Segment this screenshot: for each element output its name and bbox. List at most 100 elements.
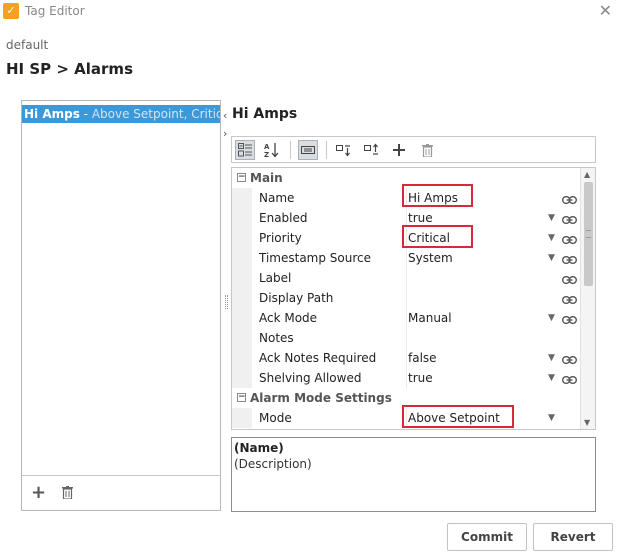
row-gutter xyxy=(232,268,252,288)
property-name: Enabled xyxy=(259,211,308,225)
property-row[interactable]: Enabled true ▼ xyxy=(232,208,581,228)
scrollbar-thumb[interactable] xyxy=(584,182,593,286)
property-value[interactable]: true xyxy=(408,208,433,228)
link-icon xyxy=(561,236,578,244)
alphabetical-sort-button[interactable]: AZ xyxy=(262,140,282,160)
property-value[interactable]: System xyxy=(408,248,453,268)
section-label: Alarm Mode Settings xyxy=(250,391,392,405)
dropdown-arrow-icon[interactable]: ▼ xyxy=(548,348,555,368)
move-up-button[interactable] xyxy=(362,140,382,160)
dropdown-arrow-icon[interactable]: ▼ xyxy=(548,308,555,328)
dropdown-arrow-icon[interactable]: ▼ xyxy=(548,368,555,388)
alarm-item-separator: - xyxy=(79,107,92,121)
property-row[interactable]: Shelving Allowed true ▼ xyxy=(232,368,581,388)
move-down-icon xyxy=(336,145,350,157)
scroll-up-icon[interactable]: ▲ xyxy=(584,170,590,179)
property-name: Notes xyxy=(259,331,294,345)
add-property-button[interactable] xyxy=(389,140,409,160)
property-table: − Main Name Hi Amps Enabled true ▼ Priority Cr… xyxy=(231,167,596,430)
dropdown-arrow-icon[interactable]: ▼ xyxy=(548,228,555,248)
vertical-scrollbar[interactable]: ▲ ▼ xyxy=(580,168,595,429)
alarm-list-panel: Hi Amps - Above Setpoint, Critical + xyxy=(21,100,221,511)
property-name: Mode xyxy=(259,411,292,425)
property-row[interactable]: Priority Critical ▼ xyxy=(232,228,581,248)
keyboard-view-button[interactable] xyxy=(298,140,318,160)
collapse-icon[interactable]: − xyxy=(237,393,246,402)
tag-provider: default xyxy=(6,38,49,52)
app-icon: ✓ xyxy=(3,3,19,19)
description-panel: (Name) (Description) xyxy=(231,437,596,512)
trash-icon xyxy=(62,486,73,500)
row-gutter xyxy=(232,308,252,328)
dropdown-arrow-icon[interactable]: ▼ xyxy=(548,408,555,428)
alarm-item-summary: Above Setpoint, Critical xyxy=(91,107,220,121)
property-row[interactable]: Timestamp Source System ▼ xyxy=(232,248,581,268)
collapse-icon[interactable]: − xyxy=(237,173,246,182)
alarm-item-name: Hi Amps xyxy=(24,107,80,121)
page-title: HI SP > Alarms xyxy=(6,60,133,78)
property-row[interactable]: Ack Notes Required false ▼ xyxy=(232,348,581,368)
property-name: Timestamp Source xyxy=(259,251,372,265)
delete-property-button[interactable] xyxy=(417,140,437,160)
section-alarm-mode-settings[interactable]: − Alarm Mode Settings xyxy=(232,388,581,408)
property-row[interactable]: Display Path xyxy=(232,288,581,308)
dropdown-arrow-icon[interactable]: ▼ xyxy=(548,208,555,228)
svg-text:Z: Z xyxy=(264,151,269,158)
link-icon xyxy=(561,216,578,224)
collapse-left-icon[interactable]: ‹ xyxy=(223,107,227,125)
delete-icon xyxy=(421,143,433,157)
splitter-grip-icon[interactable] xyxy=(225,295,228,309)
property-row[interactable]: Notes xyxy=(232,328,581,348)
description-title: (Name) xyxy=(234,441,284,455)
property-row[interactable]: Mode Above Setpoint ▼ xyxy=(232,408,581,428)
expand-right-icon[interactable]: › xyxy=(223,125,227,143)
row-gutter xyxy=(232,208,252,228)
row-gutter xyxy=(232,188,252,208)
link-icon xyxy=(561,316,578,324)
property-value[interactable]: false xyxy=(408,348,437,368)
link-icon xyxy=(561,256,578,264)
add-icon xyxy=(393,144,405,156)
splitter-arrows[interactable]: ‹ › xyxy=(223,107,227,143)
property-row[interactable]: Ack Mode Manual ▼ xyxy=(232,308,581,328)
row-gutter xyxy=(232,368,252,388)
scroll-down-icon[interactable]: ▼ xyxy=(584,418,590,427)
section-main[interactable]: − Main xyxy=(232,168,581,188)
property-value[interactable]: Hi Amps xyxy=(408,188,458,208)
row-gutter xyxy=(232,248,252,268)
revert-button[interactable]: Revert xyxy=(533,523,613,551)
property-name: Label xyxy=(259,271,292,285)
keyboard-icon xyxy=(301,146,315,154)
window-title: Tag Editor xyxy=(25,4,85,18)
property-value[interactable]: Critical xyxy=(408,228,450,248)
dropdown-arrow-icon[interactable]: ▼ xyxy=(548,248,555,268)
property-name: Ack Mode xyxy=(259,311,318,325)
link-icon xyxy=(561,276,578,284)
move-down-button[interactable] xyxy=(334,140,354,160)
row-gutter xyxy=(232,288,252,308)
property-name: Shelving Allowed xyxy=(259,371,362,385)
row-gutter xyxy=(232,228,252,248)
alarm-list-item[interactable]: Hi Amps - Above Setpoint, Critical xyxy=(22,105,220,123)
property-toolbar: AZ xyxy=(231,136,596,163)
section-label: Main xyxy=(250,171,283,185)
property-value[interactable]: true xyxy=(408,368,433,388)
alphabetical-sort-icon: AZ xyxy=(264,143,279,158)
property-value[interactable]: Manual xyxy=(408,308,452,328)
property-name: Ack Notes Required xyxy=(259,351,377,365)
property-row[interactable]: Name Hi Amps xyxy=(232,188,581,208)
property-row[interactable]: Label xyxy=(232,268,581,288)
property-value[interactable]: Above Setpoint xyxy=(408,408,500,428)
property-name: Display Path xyxy=(259,291,334,305)
categorized-view-icon xyxy=(238,143,252,157)
close-icon[interactable]: ✕ xyxy=(599,1,612,20)
window-titlebar: ✓ Tag Editor ✕ xyxy=(0,0,618,24)
alarm-list-footer: + xyxy=(22,475,220,510)
property-name: Priority xyxy=(259,231,302,245)
delete-alarm-button[interactable] xyxy=(62,484,73,503)
add-alarm-button[interactable]: + xyxy=(31,482,46,503)
move-up-icon xyxy=(364,143,378,155)
commit-button[interactable]: Commit xyxy=(447,523,527,551)
categorized-view-button[interactable] xyxy=(235,140,255,160)
row-gutter xyxy=(232,328,252,348)
